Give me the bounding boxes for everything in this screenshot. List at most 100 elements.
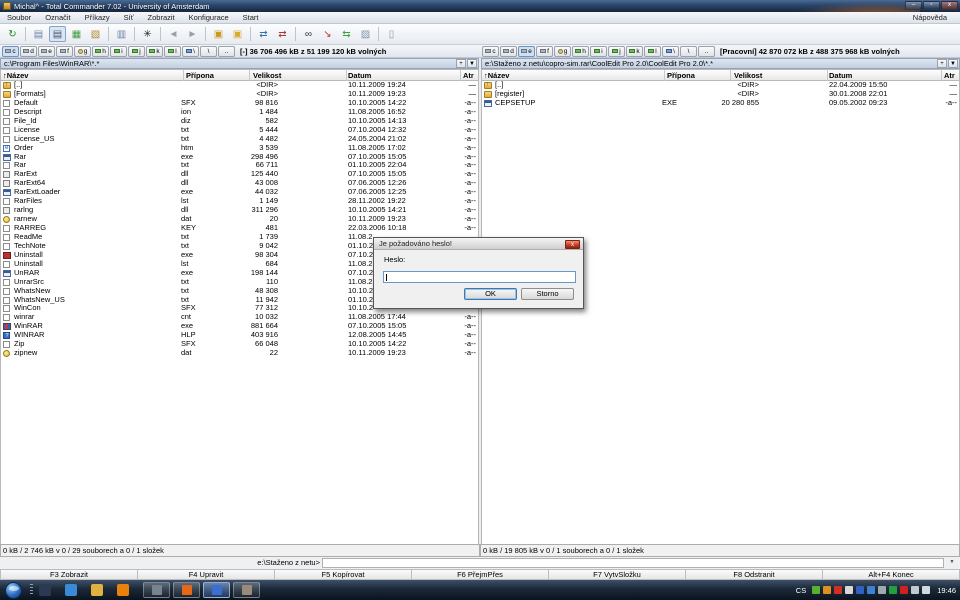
flat-view-button[interactable]: ✳ xyxy=(139,26,156,42)
drive-button-k[interactable]: k xyxy=(626,46,643,57)
quick-view-button[interactable]: ▥ xyxy=(113,26,130,42)
maximize-button[interactable]: ▫ xyxy=(923,1,940,10)
tray-orange-app-icon[interactable] xyxy=(823,586,831,594)
app-window-1-taskbar-button[interactable] xyxy=(143,582,170,598)
dir-row[interactable]: [..]<DIR>22.04.2009 15:50— xyxy=(482,81,959,90)
file-row[interactable]: License_UStxt4 48224.05.2004 21:02-a-- xyxy=(1,135,478,144)
menu-item-konfigurace[interactable]: Konfigurace xyxy=(182,13,236,22)
dir-row[interactable]: [..]<DIR>10.11.2009 19:24— xyxy=(1,81,478,90)
tray-gray-app-icon[interactable] xyxy=(878,586,886,594)
copy-info-button[interactable]: ▨ xyxy=(357,26,374,42)
drive-button-l[interactable]: l xyxy=(164,46,181,57)
tray-blue-app-icon[interactable] xyxy=(856,586,864,594)
media-player-icon[interactable] xyxy=(117,584,129,596)
taskbar-clock[interactable]: 19:46 xyxy=(937,586,956,595)
command-input[interactable] xyxy=(322,558,944,568)
thumbnails-button[interactable]: ▦ xyxy=(68,26,85,42)
minimize-button[interactable]: – xyxy=(905,1,922,10)
app-window-2-taskbar-button[interactable] xyxy=(233,582,260,598)
file-row[interactable]: CEPSETUPEXE20 280 85509.05.2002 09:23-a-… xyxy=(482,99,959,108)
multi-rename-button[interactable]: ↘ xyxy=(319,26,336,42)
file-row[interactable]: ZipSFX66 04810.10.2005 14:22-a-- xyxy=(1,340,478,349)
tree-view-button[interactable]: ▧ xyxy=(87,26,104,42)
drive-button-root[interactable]: \ xyxy=(680,46,697,57)
tray-alert-icon[interactable] xyxy=(900,586,908,594)
menu-item-s[interactable]: Síť xyxy=(117,13,141,22)
drive-button-f[interactable]: f xyxy=(536,46,553,57)
ftp-disconnect-button[interactable]: ⇄ xyxy=(274,26,291,42)
tray-green-square-icon[interactable] xyxy=(889,586,897,594)
explorer-folder-icon[interactable] xyxy=(91,584,103,596)
file-row[interactable]: RarExtLoaderexe44 03207.06.2005 12:25-a-… xyxy=(1,188,478,197)
unpack-files-button[interactable]: ▣ xyxy=(229,26,246,42)
file-row[interactable]: File_Iddiz58210.10.2005 14:13-a-- xyxy=(1,117,478,126)
drive-button-e[interactable]: e xyxy=(38,46,55,57)
drive-button-g[interactable]: g xyxy=(74,46,91,57)
history-dropdown-button-right[interactable]: ▼ xyxy=(948,59,958,68)
brief-view-button[interactable]: ▤ xyxy=(30,26,47,42)
internet-explorer-icon[interactable] xyxy=(65,584,77,596)
drive-button-..[interactable]: .. xyxy=(698,46,715,57)
drive-button-i[interactable]: i xyxy=(110,46,127,57)
menu-item-zobrazit[interactable]: Zobrazit xyxy=(141,13,182,22)
tray-green-app-icon[interactable] xyxy=(812,586,820,594)
file-row[interactable]: rarnewdat2010.11.2009 19:23-a-- xyxy=(1,215,478,224)
file-row[interactable]: Rarexe298 49607.10.2005 15:05-a-- xyxy=(1,153,478,162)
ok-button[interactable]: OK xyxy=(464,288,517,300)
calculator-icon[interactable] xyxy=(39,584,51,596)
path-bar-right[interactable]: e:\Staženo z netu\copro-sim.rar\CoolEdit… xyxy=(481,58,960,69)
file-row[interactable]: Orderhtm3 53911.08.2005 17:02-a-- xyxy=(1,144,478,153)
column-header-velikost[interactable]: Velikost xyxy=(734,71,762,81)
drive-button-i[interactable]: i xyxy=(590,46,607,57)
column-header-atr[interactable]: Atr xyxy=(463,71,474,81)
drive-button-c[interactable]: c xyxy=(2,46,19,57)
back-button[interactable]: ◄ xyxy=(165,26,182,42)
drive-button-h[interactable]: h xyxy=(572,46,589,57)
function-button-f3[interactable]: F3 Zobrazit xyxy=(0,569,138,580)
drive-button-g[interactable]: g xyxy=(554,46,571,57)
close-button[interactable]: x xyxy=(941,1,958,10)
tray-red-app-icon[interactable] xyxy=(834,586,842,594)
file-row[interactable]: RarExtdll125 44007.10.2005 15:05-a-- xyxy=(1,170,478,179)
column-header-název[interactable]: ↑Název xyxy=(484,71,509,81)
tray-wand-icon[interactable] xyxy=(845,586,853,594)
column-header-datum[interactable]: Datum xyxy=(348,71,371,81)
drive-button-h[interactable]: h xyxy=(92,46,109,57)
file-row[interactable]: RarExt64dll43 00807.06.2005 12:26-a-- xyxy=(1,179,478,188)
history-dropdown-button-left[interactable]: ▼ xyxy=(467,59,477,68)
drive-button-root[interactable]: \ xyxy=(662,46,679,57)
firefox-window-taskbar-button[interactable] xyxy=(173,582,200,598)
drive-button-e[interactable]: e xyxy=(518,46,535,57)
notes-button[interactable]: ▯ xyxy=(383,26,400,42)
file-row[interactable]: RarFileslst1 14928.11.2002 19:22-a-- xyxy=(1,197,478,206)
drive-button-k[interactable]: k xyxy=(146,46,163,57)
menu-item-pkazy[interactable]: Příkazy xyxy=(78,13,117,22)
drive-button-d[interactable]: d xyxy=(500,46,517,57)
start-button[interactable] xyxy=(5,582,22,599)
function-button-f7[interactable]: F7 VytvSložku xyxy=(549,569,686,580)
drive-button-l[interactable]: l xyxy=(644,46,661,57)
drive-button-j[interactable]: j xyxy=(608,46,625,57)
drive-button-root[interactable]: \ xyxy=(200,46,217,57)
file-row[interactable]: DefaultSFX98 81610.10.2005 14:22-a-- xyxy=(1,99,478,108)
tray-window-icon[interactable] xyxy=(911,586,919,594)
find-files-button[interactable]: ∞ xyxy=(300,26,317,42)
file-row[interactable]: Licensetxt5 44407.10.2004 12:32-a-- xyxy=(1,126,478,135)
function-button-f6[interactable]: F6 PřejmPřes xyxy=(412,569,549,580)
sync-dirs-button[interactable]: ⇆ xyxy=(338,26,355,42)
column-header-velikost[interactable]: Velikost xyxy=(253,71,281,81)
column-header-název[interactable]: ↑Název xyxy=(3,71,28,81)
drive-button-c[interactable]: c xyxy=(482,46,499,57)
column-header-atr[interactable]: Atr xyxy=(944,71,955,81)
function-button-altf4[interactable]: Alt+F4 Konec xyxy=(823,569,960,580)
function-button-f5[interactable]: F5 Kopírovat xyxy=(275,569,412,580)
pack-files-button[interactable]: ▣ xyxy=(210,26,227,42)
tray-volume-icon[interactable] xyxy=(922,586,930,594)
menu-item-soubor[interactable]: Soubor xyxy=(0,13,38,22)
menu-item-oznait[interactable]: Označit xyxy=(38,13,77,22)
file-row[interactable]: zipnewdat2210.11.2009 19:23-a-- xyxy=(1,349,478,358)
history-plus-button-right[interactable]: + xyxy=(937,59,947,68)
function-button-f8[interactable]: F8 Odstranit xyxy=(686,569,823,580)
refresh-button[interactable]: ↻ xyxy=(4,26,21,42)
language-indicator[interactable]: CS xyxy=(796,586,806,595)
